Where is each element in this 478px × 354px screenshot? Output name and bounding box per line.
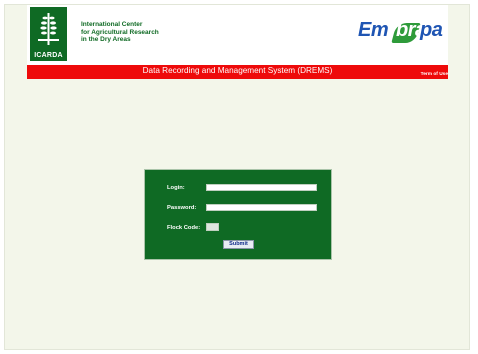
password-input[interactable] [206, 204, 317, 211]
login-form: Login: Password: Flock Code: Submit [144, 169, 332, 260]
embrapa-logo: Em bra pa [358, 19, 448, 45]
icarda-logo-text: ICARDA [34, 52, 63, 59]
flock-code-label: Flock Code: [167, 225, 201, 231]
site-header: ICARDA International Center for Agricult… [27, 5, 448, 65]
submit-button[interactable]: Submit [223, 240, 254, 249]
wheat-icon [38, 13, 59, 45]
login-label: Login: [167, 185, 185, 191]
org-name-line: International Center [81, 21, 143, 28]
page-background: ICARDA International Center for Agricult… [4, 4, 470, 350]
flock-code-input[interactable] [206, 223, 219, 231]
terms-of-use-link[interactable]: Term of Use [421, 72, 448, 77]
organization-name: International Center for Agricultural Re… [81, 21, 221, 44]
embrapa-logo-part: pa [420, 19, 443, 41]
icarda-logo: ICARDA [30, 7, 67, 61]
login-input[interactable] [206, 184, 317, 191]
org-name-line: for Agricultural Research [81, 28, 159, 36]
org-name-line: in the Dry Areas [81, 36, 131, 43]
embrapa-logo-part: Em [358, 19, 389, 41]
password-label: Password: [167, 205, 197, 211]
system-title: Data Recording and Management System (DR… [142, 66, 333, 75]
title-banner: Data Recording and Management System (DR… [27, 65, 448, 79]
